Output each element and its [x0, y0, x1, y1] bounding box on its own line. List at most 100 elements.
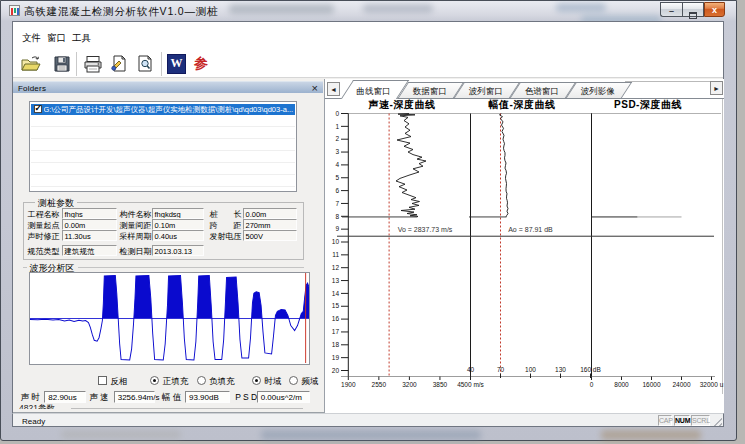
app-window: 高铁建混凝土检测分析软件V1.0—测桩 – x 文件窗口工具: [0, 0, 737, 441]
print-preview-icon[interactable]: [135, 54, 155, 74]
param-field[interactable]: 0.00m: [243, 208, 298, 219]
svg-text:2550: 2550: [372, 381, 387, 388]
param-label: 测量起点: [28, 220, 60, 231]
toolbar: W 参: [13, 46, 723, 78]
tab-scroll-left-button[interactable]: ◄: [327, 82, 340, 96]
svg-text:40: 40: [467, 366, 475, 373]
param-field[interactable]: fhghs: [62, 208, 117, 219]
svg-text:Vo = 2837.73 m/s: Vo = 2837.73 m/s: [398, 226, 453, 233]
clipped-group-label: 4821参数: [19, 403, 55, 409]
tab-scroll-right-button[interactable]: ►: [710, 81, 723, 95]
svg-text:17: 17: [332, 328, 340, 335]
folders-close-icon[interactable]: ×: [312, 82, 318, 94]
close-button[interactable]: x: [704, 2, 725, 17]
svg-text:130: 130: [555, 366, 566, 373]
param-field[interactable]: 建筑规范: [62, 245, 117, 256]
print-setup-icon[interactable]: [109, 54, 129, 74]
readout-field[interactable]: 93.90dB: [185, 391, 230, 403]
svg-text:18: 18: [332, 341, 340, 348]
fill-positive-label: 正填充: [163, 376, 189, 388]
word-export-icon[interactable]: W: [167, 54, 186, 74]
fill-negative-radio[interactable]: [197, 376, 206, 385]
tab-strip-line: [625, 81, 715, 82]
domain-freq-label: 频域: [302, 376, 319, 388]
folders-panel-title: Folders: [18, 84, 46, 93]
param-label: 工程名称: [28, 209, 60, 220]
waveform-display[interactable]: [29, 272, 310, 365]
list-row-separator: [31, 163, 295, 175]
svg-text:0: 0: [590, 381, 594, 388]
svg-text:Ao = 87.91 dB: Ao = 87.91 dB: [508, 226, 553, 233]
param-label: 发射电压: [210, 231, 242, 242]
param-field[interactable]: 270mm: [243, 219, 298, 230]
svg-text:2: 2: [335, 135, 339, 142]
maximize-button[interactable]: [682, 2, 704, 17]
title-bar[interactable]: 高铁建混凝土检测分析软件V1.0—测桩 – x: [1, 1, 738, 21]
status-indicator-cap: CAP: [658, 415, 672, 426]
status-message: Ready: [22, 417, 45, 426]
param-label: 规范类型: [28, 246, 60, 257]
open-file-icon[interactable]: [20, 54, 42, 74]
tab-1[interactable]: 曲线窗口: [341, 80, 409, 99]
toolbar-separator: [161, 52, 162, 76]
svg-text:幅值-深度曲线: 幅值-深度曲线: [488, 99, 556, 110]
save-icon[interactable]: [52, 54, 72, 74]
svg-text:9: 9: [335, 225, 339, 232]
svg-text:16000: 16000: [642, 381, 660, 388]
menu-item-1[interactable]: 文件: [22, 32, 41, 45]
status-indicator-num: NUM: [674, 415, 690, 426]
svg-text:4500 m/s: 4500 m/s: [457, 381, 484, 388]
param-field[interactable]: 11.30us: [62, 230, 117, 241]
svg-text:PSD-深度曲线: PSD-深度曲线: [614, 99, 682, 110]
menu-item-3[interactable]: 工具: [72, 32, 91, 45]
svg-text:24000: 24000: [672, 381, 690, 388]
svg-text:1: 1: [335, 123, 339, 130]
readout-field[interactable]: 82.90us: [44, 391, 86, 403]
resize-grip[interactable]: [711, 416, 722, 426]
svg-text:70: 70: [497, 366, 505, 373]
app-icon: [9, 5, 20, 16]
fill-negative-label: 负填充: [209, 376, 235, 388]
svg-text:声速-深度曲线: 声速-深度曲线: [368, 99, 436, 110]
param-field[interactable]: 0.40us: [152, 230, 205, 241]
folder-list-item[interactable]: ✓ G:\公司产品设计开发\超声仪器\超声仪实地检测数据\测桩\qd\qd03\…: [31, 104, 295, 115]
param-field[interactable]: 0.10m: [152, 219, 205, 230]
bottomframe-smudge: [261, 430, 481, 440]
waveform-chart: [30, 273, 309, 364]
folders-panel-header[interactable]: Folders ×: [13, 81, 323, 93]
readout-field[interactable]: 0.00us^2/m: [257, 391, 310, 403]
param-field[interactable]: 2013.03.13: [152, 245, 205, 256]
tab-label: 波列影像: [571, 86, 625, 98]
folder-list[interactable]: ✓ G:\公司产品设计开发\超声仪器\超声仪实地检测数据\测桩\qd\qd03\…: [29, 101, 297, 192]
bottomframe-smudge: [601, 430, 701, 440]
domain-time-label: 时域: [265, 376, 282, 388]
list-row-separator: [31, 139, 295, 151]
print-icon[interactable]: [82, 54, 104, 74]
param-label: 跨 距: [210, 220, 242, 231]
folder-item-checkbox[interactable]: ✓: [34, 105, 42, 113]
list-row-separator: [31, 127, 295, 139]
list-row-separator: [31, 151, 295, 163]
readout-label: 幅 值: [162, 392, 181, 404]
minimize-button[interactable]: –: [660, 2, 682, 17]
parameter-icon[interactable]: 参: [192, 54, 210, 74]
svg-text:20: 20: [332, 367, 340, 374]
invert-checkbox[interactable]: [98, 376, 107, 385]
param-field[interactable]: fhgkdsg: [152, 208, 205, 219]
svg-text:0: 0: [335, 110, 339, 117]
readout-field[interactable]: 3256.94m/s: [114, 391, 155, 403]
svg-text:12: 12: [332, 264, 340, 271]
svg-text:3200: 3200: [402, 381, 417, 388]
svg-text:13: 13: [332, 277, 340, 284]
svg-text:5: 5: [335, 174, 339, 181]
status-indicator-scrl: SCRL: [691, 415, 710, 426]
menu-item-2[interactable]: 窗口: [47, 32, 66, 45]
param-field[interactable]: 500V: [243, 230, 298, 241]
param-field[interactable]: 0.00m: [62, 219, 117, 230]
svg-text:32000 u: 32000 u: [700, 381, 724, 388]
tab-5[interactable]: 波列影像: [566, 82, 632, 98]
svg-text:6: 6: [335, 187, 339, 194]
param-label: 声时修正: [28, 231, 60, 242]
svg-text:3850: 3850: [433, 381, 448, 388]
tab-label: 数据窗口: [403, 86, 457, 98]
